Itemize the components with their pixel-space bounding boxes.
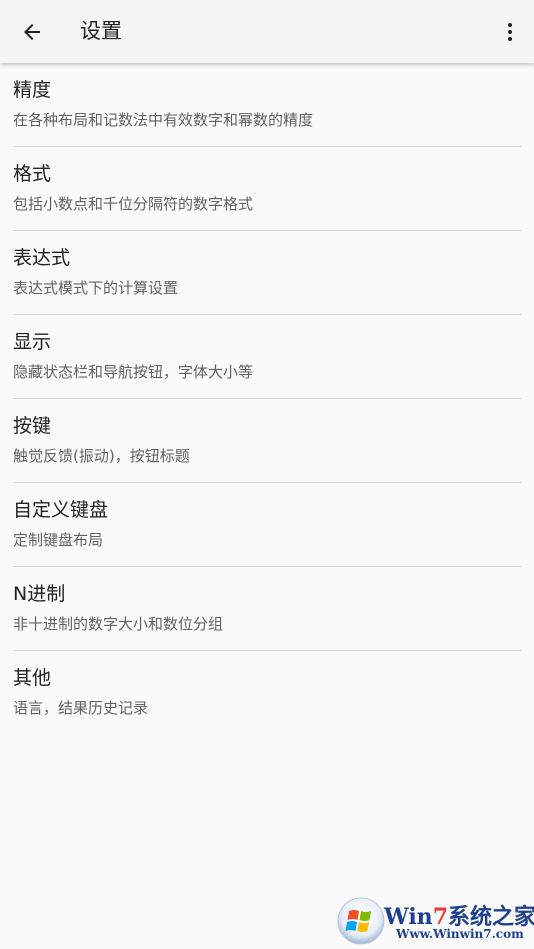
settings-item-expression[interactable]: 表达式 表达式模式下的计算设置 — [0, 231, 534, 315]
settings-item-subtitle: 隐藏状态栏和导航按钮，字体大小等 — [13, 363, 254, 381]
settings-list: 精度 在各种布局和记数法中有效数字和幂数的精度 格式 包括小数点和千位分隔符的数… — [0, 63, 534, 735]
settings-item-display[interactable]: 显示 隐藏状态栏和导航按钮，字体大小等 — [0, 315, 534, 399]
overflow-menu-button[interactable] — [490, 12, 530, 52]
watermark-url: Www.Winwin7.com — [396, 927, 524, 941]
settings-item-subtitle: 包括小数点和千位分隔符的数字格式 — [13, 195, 254, 213]
settings-item-subtitle: 表达式模式下的计算设置 — [13, 279, 179, 297]
settings-item-title: 显示 — [13, 331, 52, 353]
settings-item-title: 其他 — [13, 667, 52, 689]
settings-item-format[interactable]: 格式 包括小数点和千位分隔符的数字格式 — [0, 147, 534, 231]
settings-item-keys[interactable]: 按键 触觉反馈(振动)，按钮标题 — [0, 399, 534, 483]
back-button[interactable] — [12, 12, 52, 52]
settings-item-title: 格式 — [13, 163, 52, 185]
settings-item-title: 自定义键盘 — [13, 499, 109, 521]
settings-item-subtitle: 定制键盘布局 — [13, 531, 104, 549]
windows-logo-icon — [337, 897, 385, 945]
settings-item-radix[interactable]: N进制 非十进制的数字大小和数位分组 — [0, 567, 534, 651]
settings-item-subtitle: 非十进制的数字大小和数位分组 — [13, 615, 224, 633]
settings-item-custom-keyboard[interactable]: 自定义键盘 定制键盘布局 — [0, 483, 534, 567]
more-vert-icon — [508, 23, 512, 41]
settings-item-other[interactable]: 其他 语言，结果历史记录 — [0, 651, 534, 735]
settings-item-subtitle: 语言，结果历史记录 — [13, 699, 149, 717]
settings-item-title: 表达式 — [13, 247, 71, 269]
settings-item-title: N进制 — [13, 583, 66, 605]
settings-item-subtitle: 在各种布局和记数法中有效数字和幂数的精度 — [13, 111, 314, 129]
settings-item-precision[interactable]: 精度 在各种布局和记数法中有效数字和幂数的精度 — [0, 63, 534, 147]
arrow-back-icon — [24, 24, 40, 40]
settings-item-title: 精度 — [13, 79, 52, 101]
watermark: Win7系统之家 Www.Winwin7.com — [336, 894, 534, 948]
settings-item-subtitle: 触觉反馈(振动)，按钮标题 — [13, 447, 190, 465]
app-toolbar: 设置 — [0, 0, 534, 63]
settings-item-title: 按键 — [13, 415, 52, 437]
page-title: 设置 — [80, 19, 122, 43]
settings-screen: 设置 精度 在各种布局和记数法中有效数字和幂数的精度 格式 包括小数点和千位分隔… — [0, 0, 534, 949]
